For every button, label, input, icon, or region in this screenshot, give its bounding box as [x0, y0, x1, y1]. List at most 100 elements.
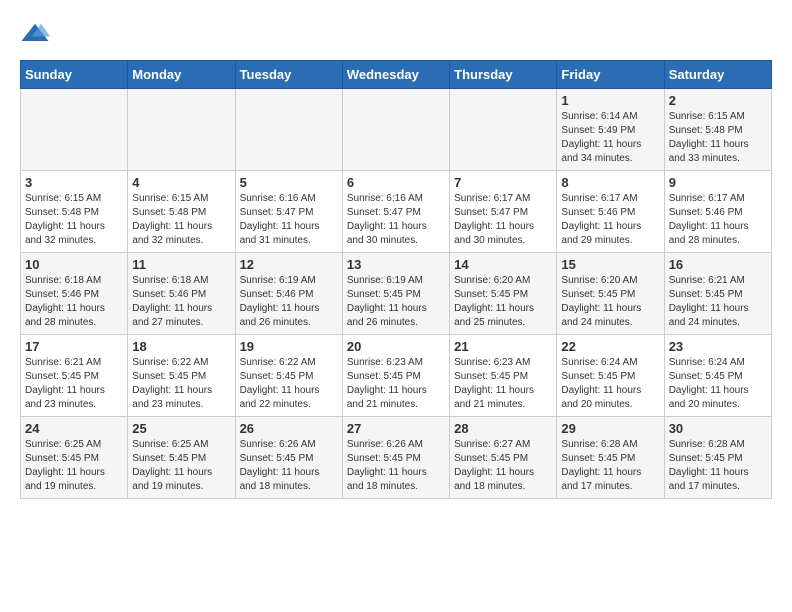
- calendar-week-row: 1 Sunrise: 6:14 AM Sunset: 5:49 PM Daylig…: [21, 89, 772, 171]
- day-number: 24: [25, 421, 123, 436]
- weekday-header-friday: Friday: [557, 61, 664, 89]
- calendar-cell: 8 Sunrise: 6:17 AM Sunset: 5:46 PM Daylig…: [557, 171, 664, 253]
- calendar-cell: 11 Sunrise: 6:18 AM Sunset: 5:46 PM Dayli…: [128, 253, 235, 335]
- day-number: 29: [561, 421, 659, 436]
- calendar-cell: 28Sunrise: 6:27 AM Sunset: 5:45 PM Dayli…: [450, 417, 557, 499]
- weekday-header-wednesday: Wednesday: [342, 61, 449, 89]
- day-info: Sunrise: 6:20 AM Sunset: 5:45 PM Dayligh…: [454, 274, 552, 330]
- day-info: Sunrise: 6:19 AM Sunset: 5:46 PM Dayligh…: [240, 274, 338, 330]
- weekday-header-row: SundayMondayTuesdayWednesdayThursdayFrid…: [21, 61, 772, 89]
- calendar-cell: 20 Sunrise: 6:23 AM Sunset: 5:45 PM Dayli…: [342, 335, 449, 417]
- calendar-cell: 25 Sunrise: 6:25 AM Sunset: 5:45 PM Dayli…: [128, 417, 235, 499]
- day-number: 28: [454, 421, 552, 436]
- calendar-week-row: 17 Sunrise: 6:21 AM Sunset: 5:45 PM Dayli…: [21, 335, 772, 417]
- day-number: 5: [240, 175, 338, 190]
- weekday-header-monday: Monday: [128, 61, 235, 89]
- day-info: Sunrise: 6:15 AM Sunset: 5:48 PM Dayligh…: [132, 192, 230, 248]
- day-number: 12: [240, 257, 338, 272]
- day-info: Sunrise: 6:22 AM Sunset: 5:45 PM Dayligh…: [132, 356, 230, 412]
- day-info: Sunrise: 6:25 AM Sunset: 5:45 PM Dayligh…: [132, 438, 230, 494]
- day-number: 2: [669, 93, 767, 108]
- day-info: Sunrise: 6:28 AM Sunset: 5:45 PM Dayligh…: [561, 438, 659, 494]
- day-info: Sunrise: 6:15 AM Sunset: 5:48 PM Dayligh…: [25, 192, 123, 248]
- calendar-week-row: 24 Sunrise: 6:25 AM Sunset: 5:45 PM Dayli…: [21, 417, 772, 499]
- day-info: Sunrise: 6:20 AM Sunset: 5:45 PM Dayligh…: [561, 274, 659, 330]
- calendar-cell: 9 Sunrise: 6:17 AM Sunset: 5:46 PM Daylig…: [664, 171, 771, 253]
- calendar-cell: 26 Sunrise: 6:26 AM Sunset: 5:45 PM Dayli…: [235, 417, 342, 499]
- day-info: Sunrise: 6:18 AM Sunset: 5:46 PM Dayligh…: [25, 274, 123, 330]
- calendar-cell: 6Sunrise: 6:16 AM Sunset: 5:47 PM Daylig…: [342, 171, 449, 253]
- day-info: Sunrise: 6:15 AM Sunset: 5:48 PM Dayligh…: [669, 110, 767, 166]
- day-info: Sunrise: 6:16 AM Sunset: 5:47 PM Dayligh…: [347, 192, 445, 248]
- day-info: Sunrise: 6:25 AM Sunset: 5:45 PM Dayligh…: [25, 438, 123, 494]
- day-number: 19: [240, 339, 338, 354]
- day-number: 4: [132, 175, 230, 190]
- day-number: 3: [25, 175, 123, 190]
- day-number: 8: [561, 175, 659, 190]
- weekday-header-tuesday: Tuesday: [235, 61, 342, 89]
- day-info: Sunrise: 6:14 AM Sunset: 5:49 PM Dayligh…: [561, 110, 659, 166]
- weekday-header-sunday: Sunday: [21, 61, 128, 89]
- calendar-cell: 24 Sunrise: 6:25 AM Sunset: 5:45 PM Dayli…: [21, 417, 128, 499]
- day-info: Sunrise: 6:24 AM Sunset: 5:45 PM Dayligh…: [669, 356, 767, 412]
- day-number: 18: [132, 339, 230, 354]
- calendar-cell: [21, 89, 128, 171]
- calendar-week-row: 10 Sunrise: 6:18 AM Sunset: 5:46 PM Dayli…: [21, 253, 772, 335]
- day-number: 10: [25, 257, 123, 272]
- calendar-cell: 30Sunrise: 6:28 AM Sunset: 5:45 PM Dayli…: [664, 417, 771, 499]
- calendar-cell: [450, 89, 557, 171]
- calendar-cell: 4 Sunrise: 6:15 AM Sunset: 5:48 PM Daylig…: [128, 171, 235, 253]
- calendar-cell: 10 Sunrise: 6:18 AM Sunset: 5:46 PM Dayli…: [21, 253, 128, 335]
- calendar-cell: [235, 89, 342, 171]
- calendar-cell: [342, 89, 449, 171]
- day-number: 22: [561, 339, 659, 354]
- calendar-cell: 27Sunrise: 6:26 AM Sunset: 5:45 PM Dayli…: [342, 417, 449, 499]
- day-number: 25: [132, 421, 230, 436]
- calendar-table: SundayMondayTuesdayWednesdayThursdayFrid…: [20, 60, 772, 499]
- day-number: 17: [25, 339, 123, 354]
- day-number: 9: [669, 175, 767, 190]
- day-info: Sunrise: 6:21 AM Sunset: 5:45 PM Dayligh…: [669, 274, 767, 330]
- day-info: Sunrise: 6:18 AM Sunset: 5:46 PM Dayligh…: [132, 274, 230, 330]
- day-info: Sunrise: 6:28 AM Sunset: 5:45 PM Dayligh…: [669, 438, 767, 494]
- calendar-cell: 23Sunrise: 6:24 AM Sunset: 5:45 PM Dayli…: [664, 335, 771, 417]
- calendar-cell: 17 Sunrise: 6:21 AM Sunset: 5:45 PM Dayli…: [21, 335, 128, 417]
- day-info: Sunrise: 6:23 AM Sunset: 5:45 PM Dayligh…: [347, 356, 445, 412]
- logo-icon: [20, 20, 50, 50]
- day-info: Sunrise: 6:17 AM Sunset: 5:46 PM Dayligh…: [561, 192, 659, 248]
- calendar-cell: 14 Sunrise: 6:20 AM Sunset: 5:45 PM Dayli…: [450, 253, 557, 335]
- day-number: 14: [454, 257, 552, 272]
- calendar-cell: 1 Sunrise: 6:14 AM Sunset: 5:49 PM Daylig…: [557, 89, 664, 171]
- day-info: Sunrise: 6:16 AM Sunset: 5:47 PM Dayligh…: [240, 192, 338, 248]
- day-info: Sunrise: 6:21 AM Sunset: 5:45 PM Dayligh…: [25, 356, 123, 412]
- calendar-cell: 2 Sunrise: 6:15 AM Sunset: 5:48 PM Daylig…: [664, 89, 771, 171]
- calendar-cell: [128, 89, 235, 171]
- calendar-cell: 19Sunrise: 6:22 AM Sunset: 5:45 PM Dayli…: [235, 335, 342, 417]
- calendar-cell: 15 Sunrise: 6:20 AM Sunset: 5:45 PM Dayli…: [557, 253, 664, 335]
- calendar-cell: 13 Sunrise: 6:19 AM Sunset: 5:45 PM Dayli…: [342, 253, 449, 335]
- calendar-cell: 16 Sunrise: 6:21 AM Sunset: 5:45 PM Dayli…: [664, 253, 771, 335]
- day-number: 11: [132, 257, 230, 272]
- calendar-cell: 18 Sunrise: 6:22 AM Sunset: 5:45 PM Dayli…: [128, 335, 235, 417]
- calendar-week-row: 3 Sunrise: 6:15 AM Sunset: 5:48 PM Daylig…: [21, 171, 772, 253]
- calendar-cell: 3 Sunrise: 6:15 AM Sunset: 5:48 PM Daylig…: [21, 171, 128, 253]
- calendar-cell: 5 Sunrise: 6:16 AM Sunset: 5:47 PM Daylig…: [235, 171, 342, 253]
- calendar-cell: 7 Sunrise: 6:17 AM Sunset: 5:47 PM Daylig…: [450, 171, 557, 253]
- day-number: 13: [347, 257, 445, 272]
- page-header: [20, 20, 772, 50]
- day-number: 20: [347, 339, 445, 354]
- day-number: 15: [561, 257, 659, 272]
- day-info: Sunrise: 6:19 AM Sunset: 5:45 PM Dayligh…: [347, 274, 445, 330]
- day-info: Sunrise: 6:23 AM Sunset: 5:45 PM Dayligh…: [454, 356, 552, 412]
- day-info: Sunrise: 6:26 AM Sunset: 5:45 PM Dayligh…: [240, 438, 338, 494]
- day-number: 26: [240, 421, 338, 436]
- day-info: Sunrise: 6:17 AM Sunset: 5:46 PM Dayligh…: [669, 192, 767, 248]
- day-number: 1: [561, 93, 659, 108]
- weekday-header-thursday: Thursday: [450, 61, 557, 89]
- day-info: Sunrise: 6:17 AM Sunset: 5:47 PM Dayligh…: [454, 192, 552, 248]
- day-info: Sunrise: 6:24 AM Sunset: 5:45 PM Dayligh…: [561, 356, 659, 412]
- day-number: 7: [454, 175, 552, 190]
- weekday-header-saturday: Saturday: [664, 61, 771, 89]
- day-number: 16: [669, 257, 767, 272]
- day-info: Sunrise: 6:26 AM Sunset: 5:45 PM Dayligh…: [347, 438, 445, 494]
